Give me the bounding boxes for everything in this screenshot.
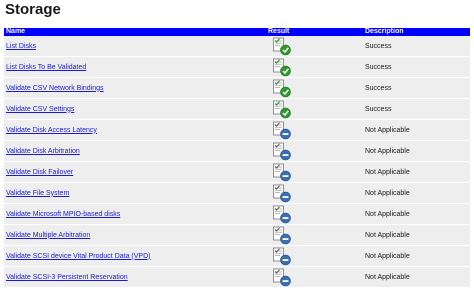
test-name-link[interactable]: Validate Disk Access Latency xyxy=(6,127,97,134)
table-header-row: Name Result Description xyxy=(4,28,470,36)
table-row: List Disks Success xyxy=(4,36,470,57)
validation-results-table: Name Result Description List Disks Succes… xyxy=(4,28,470,288)
cell-name: Validate Disk Access Latency xyxy=(4,119,266,141)
table-row: List Disks To Be Validated Success xyxy=(4,56,470,78)
cell-name: Validate Disk Failover xyxy=(4,161,266,183)
column-header-result: Result xyxy=(266,28,363,36)
cell-description: Not Applicable xyxy=(363,140,470,162)
test-name-link[interactable]: Validate File System xyxy=(6,190,69,197)
table-row: Validate File System Not Applicable xyxy=(4,182,470,204)
cell-description: Not Applicable xyxy=(363,119,470,141)
table-row: Validate CSV Settings Success xyxy=(4,98,470,120)
cell-result xyxy=(266,140,363,162)
table-row: Validate SCSI-3 Persistent Reservation No… xyxy=(4,266,470,288)
cell-description: Not Applicable xyxy=(363,161,470,183)
test-name-link[interactable]: Validate Multiple Arbitration xyxy=(6,232,90,239)
cell-description: Success xyxy=(363,56,470,78)
cell-result xyxy=(266,56,363,78)
not-applicable-icon xyxy=(273,142,291,160)
cell-description: Not Applicable xyxy=(363,203,470,225)
cell-result xyxy=(266,77,363,99)
test-name-link[interactable]: Validate CSV Settings xyxy=(6,106,74,113)
page-title: Storage xyxy=(5,1,61,18)
test-name-link[interactable]: Validate SCSI-3 Persistent Reservation xyxy=(6,274,128,281)
table-row: Validate Disk Failover Not Applicable xyxy=(4,161,470,183)
table-row: Validate Microsoft MPIO-based disks Not A… xyxy=(4,203,470,225)
cell-name: Validate SCSI device Vital Product Data … xyxy=(4,245,266,267)
test-name-link[interactable]: Validate SCSI device Vital Product Data … xyxy=(6,253,150,260)
test-name-link[interactable]: Validate Microsoft MPIO-based disks xyxy=(6,211,120,218)
cell-result xyxy=(266,182,363,204)
not-applicable-icon xyxy=(273,226,291,244)
cell-result xyxy=(266,245,363,267)
cell-description: Not Applicable xyxy=(363,182,470,204)
cell-result xyxy=(266,36,363,57)
cell-result xyxy=(266,119,363,141)
success-check-icon xyxy=(273,79,291,97)
table-row: Validate SCSI device Vital Product Data … xyxy=(4,245,470,267)
success-check-icon xyxy=(273,58,291,76)
cell-name: Validate CSV Settings xyxy=(4,98,266,120)
cell-description: Not Applicable xyxy=(363,245,470,267)
test-name-link[interactable]: Validate Disk Arbitration xyxy=(6,148,80,155)
cell-description: Not Applicable xyxy=(363,224,470,246)
table-row: Validate Disk Arbitration Not Applicable xyxy=(4,140,470,162)
cell-result xyxy=(266,98,363,120)
table-row: Validate Multiple Arbitration Not Applica… xyxy=(4,224,470,246)
test-name-link[interactable]: List Disks To Be Validated xyxy=(6,64,86,71)
not-applicable-icon xyxy=(273,268,291,286)
not-applicable-icon xyxy=(273,205,291,223)
table-row: Validate Disk Access Latency Not Applicab… xyxy=(4,119,470,141)
cell-name: Validate File System xyxy=(4,182,266,204)
cell-name: Validate CSV Network Bindings xyxy=(4,77,266,99)
cell-result xyxy=(266,266,363,288)
cell-description: Success xyxy=(363,77,470,99)
cell-name: Validate SCSI-3 Persistent Reservation xyxy=(4,266,266,288)
cell-description: Not Applicable xyxy=(363,266,470,288)
column-header-name: Name xyxy=(4,28,266,36)
cell-description: Success xyxy=(363,98,470,120)
table-row: Validate CSV Network Bindings Success xyxy=(4,77,470,99)
cell-result xyxy=(266,224,363,246)
not-applicable-icon xyxy=(273,163,291,181)
cell-name: Validate Disk Arbitration xyxy=(4,140,266,162)
cell-name: Validate Multiple Arbitration xyxy=(4,224,266,246)
cell-result xyxy=(266,161,363,183)
test-name-link[interactable]: Validate CSV Network Bindings xyxy=(6,85,104,92)
not-applicable-icon xyxy=(273,121,291,139)
success-check-icon xyxy=(273,37,291,55)
cell-result xyxy=(266,203,363,225)
table-body: List Disks Success List Disks To Be Valida… xyxy=(4,36,470,288)
not-applicable-icon xyxy=(273,247,291,265)
test-name-link[interactable]: List Disks xyxy=(6,43,36,50)
not-applicable-icon xyxy=(273,184,291,202)
cell-name: List Disks xyxy=(4,36,266,57)
column-header-description: Description xyxy=(363,28,470,36)
cell-description: Success xyxy=(363,36,470,57)
success-check-icon xyxy=(273,100,291,118)
test-name-link[interactable]: Validate Disk Failover xyxy=(6,169,73,176)
cell-name: List Disks To Be Validated xyxy=(4,56,266,78)
cell-name: Validate Microsoft MPIO-based disks xyxy=(4,203,266,225)
